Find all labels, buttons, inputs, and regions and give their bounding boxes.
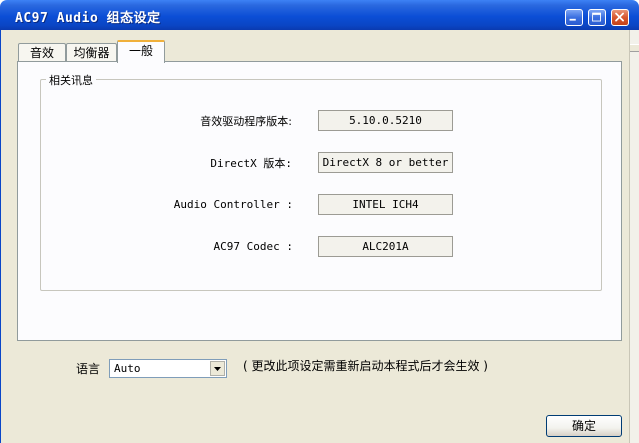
- audio-controller-label: Audio Controller :: [173, 198, 293, 211]
- language-select-value: Auto: [114, 362, 141, 375]
- window-title: AC97 Audio 组态设定: [15, 11, 161, 26]
- ac97-codec-label: AC97 Codec :: [213, 240, 293, 253]
- ac97-codec-value: ALC201A: [318, 236, 453, 257]
- side-strip: [629, 30, 639, 443]
- tab-sound-effects[interactable]: 音效: [18, 43, 66, 62]
- chevron-down-icon: [214, 367, 221, 371]
- close-button[interactable]: [611, 9, 629, 26]
- driver-version-label: 音效驱动程序版本:: [200, 115, 292, 128]
- language-select[interactable]: Auto: [109, 359, 227, 378]
- language-dropdown-button[interactable]: [210, 361, 225, 376]
- title-bar[interactable]: AC97 Audio 组态设定: [0, 0, 639, 30]
- language-label: 语言: [76, 362, 101, 376]
- audio-controller-value: INTEL ICH4: [318, 194, 453, 215]
- maximize-button[interactable]: [588, 9, 606, 26]
- close-icon: [615, 12, 624, 22]
- minimize-icon: [569, 18, 576, 21]
- restart-note: ( 更改此项设定需重新启动本程式后才会生效 ): [243, 359, 488, 373]
- tab-general[interactable]: 一般: [117, 40, 165, 63]
- info-group-legend: 相关讯息: [46, 72, 96, 88]
- directx-version-label: DirectX 版本:: [210, 157, 292, 170]
- driver-version-value: 5.10.0.5210: [318, 110, 453, 131]
- tab-equalizer[interactable]: 均衡器: [66, 43, 117, 62]
- maximize-icon: [592, 12, 601, 22]
- minimize-button[interactable]: [565, 9, 583, 26]
- ok-button[interactable]: 确定: [546, 415, 622, 437]
- side-strip-nub: [630, 44, 639, 52]
- directx-version-value: DirectX 8 or better: [318, 152, 453, 173]
